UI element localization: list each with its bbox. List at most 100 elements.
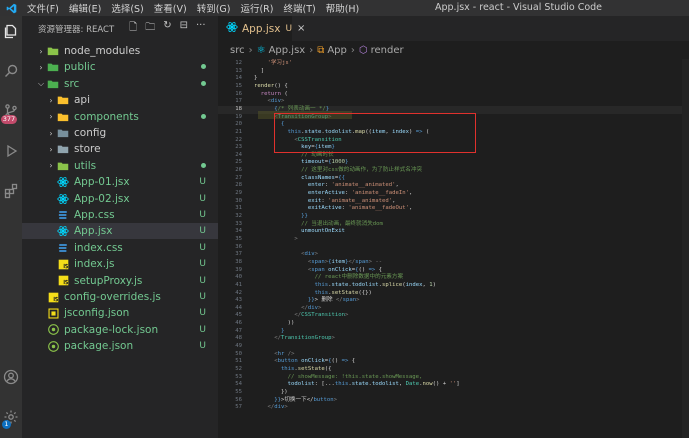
code-token: > 删除 bbox=[314, 297, 336, 304]
code-text: }} bbox=[254, 213, 308, 221]
code-line: 26 // 这里对css做的动画作，为了防止样式名冲突 bbox=[218, 167, 689, 175]
code-line: 48 </TransitionGroup> bbox=[218, 335, 689, 343]
menu-item[interactable]: 选择(S) bbox=[106, 1, 148, 15]
folder-icon bbox=[56, 111, 70, 123]
chevron-right-icon[interactable]: › bbox=[46, 96, 56, 105]
scrollbar[interactable] bbox=[682, 59, 689, 438]
untracked-badge: U bbox=[199, 226, 206, 237]
js-file-icon bbox=[56, 275, 70, 287]
code-text: classNames={{ bbox=[254, 175, 345, 183]
tree-item[interactable]: › store bbox=[22, 141, 218, 157]
collapse-all-icon[interactable]: ⊟ bbox=[180, 20, 188, 37]
modified-dot bbox=[201, 113, 206, 119]
tree-item[interactable]: App-01.jsx U bbox=[22, 174, 218, 190]
code-line: 25 timeout={1000} bbox=[218, 159, 689, 167]
line-number: 45 bbox=[235, 312, 242, 319]
line-number: 57 bbox=[235, 404, 242, 411]
chevron-right-icon[interactable]: › bbox=[46, 129, 56, 138]
code-text: }}>切换一下</button> bbox=[254, 397, 337, 405]
code-token: ({}) bbox=[358, 289, 372, 296]
tree-item[interactable]: App.css U bbox=[22, 207, 218, 223]
code-token: // 这里对css做的动画作，为了防止样式名冲突 bbox=[254, 167, 423, 174]
chevron-right-icon[interactable]: › bbox=[36, 47, 46, 56]
tree-item[interactable]: setupProxy.js U bbox=[22, 273, 218, 289]
code-token: </ bbox=[254, 335, 281, 342]
tree-item[interactable]: › config bbox=[22, 125, 218, 141]
code-text: )) bbox=[254, 320, 295, 328]
tree-item[interactable]: package-lock.json U bbox=[22, 322, 218, 338]
code-token: span bbox=[355, 258, 369, 265]
tree-item[interactable]: ⌵ src bbox=[22, 76, 218, 92]
code-token: , bbox=[398, 381, 406, 388]
run-debug-icon[interactable] bbox=[2, 142, 20, 160]
explorer-icon[interactable] bbox=[2, 22, 20, 40]
breadcrumb-method[interactable]: render bbox=[371, 45, 404, 56]
settings-badge: 1 bbox=[2, 420, 11, 429]
chevron-right-icon[interactable]: › bbox=[46, 145, 56, 154]
code-text: > bbox=[254, 236, 297, 244]
line-number: 29 bbox=[235, 190, 242, 197]
code-text: this.setState({ bbox=[254, 366, 332, 374]
chevron-right-icon[interactable]: › bbox=[46, 161, 56, 170]
breadcrumb-src[interactable]: src bbox=[230, 45, 245, 56]
code-token: timeout bbox=[254, 159, 325, 166]
menu-item[interactable]: 文件(F) bbox=[22, 1, 64, 15]
tree-item[interactable]: package.json U bbox=[22, 338, 218, 354]
tree-item[interactable]: › components bbox=[22, 109, 218, 125]
tree-item-label: App.css bbox=[74, 209, 115, 221]
code-line: 53 // showMessage: !this.state.showMessa… bbox=[218, 374, 689, 382]
menu-bar: 文件(F) 编辑(E) 选择(S) 查看(V) 转到(G) 运行(R) 终端(T) 帮助(H) bbox=[22, 0, 364, 16]
code-line: 50 <hr /> bbox=[218, 351, 689, 359]
menu-item[interactable]: 运行(R) bbox=[235, 1, 278, 15]
more-actions-icon[interactable]: ··· bbox=[196, 20, 206, 37]
chevron-right-icon[interactable]: › bbox=[46, 112, 56, 121]
tree-item[interactable]: › node_modules bbox=[22, 43, 218, 59]
tree-item[interactable]: jsconfig.json U bbox=[22, 305, 218, 321]
chevron-right-icon[interactable]: › bbox=[36, 63, 46, 72]
code-line: 31 exitActive: 'animate__fadeOut', bbox=[218, 205, 689, 213]
code-token: // 当退出动画，最终就消失dom bbox=[254, 220, 383, 227]
breadcrumb-file[interactable]: App.jsx bbox=[269, 45, 306, 56]
refresh-icon[interactable]: ↻ bbox=[163, 20, 171, 37]
untracked-badge: U bbox=[199, 242, 206, 253]
code-token: () bbox=[331, 358, 342, 365]
line-number: 30 bbox=[235, 197, 242, 204]
new-folder-icon[interactable]: 🗀 bbox=[145, 20, 155, 37]
css-file-icon bbox=[56, 209, 70, 221]
tree-item[interactable]: config-overrides.js U bbox=[22, 289, 218, 305]
tree-item-label: api bbox=[74, 94, 91, 107]
new-file-icon[interactable]: 🗋 bbox=[129, 20, 137, 37]
menu-item[interactable]: 查看(V) bbox=[149, 1, 192, 15]
code-text: '学习js' bbox=[254, 60, 292, 68]
tab-app-jsx[interactable]: App.jsx U × bbox=[218, 16, 305, 41]
tree-item[interactable]: index.js U bbox=[22, 256, 218, 272]
code-token: {{ bbox=[338, 174, 345, 181]
tree-item[interactable]: App.jsx U bbox=[22, 223, 218, 240]
code-token: > bbox=[356, 297, 360, 304]
line-number: 41 bbox=[235, 281, 242, 288]
title-bar: 文件(F) 编辑(E) 选择(S) 查看(V) 转到(G) 运行(R) 终端(T) 帮助(H)… bbox=[0, 0, 689, 16]
code-text: timeout={1000} bbox=[254, 159, 348, 167]
menu-item[interactable]: 编辑(E) bbox=[64, 1, 106, 15]
close-icon[interactable]: × bbox=[297, 23, 305, 34]
account-icon[interactable] bbox=[2, 368, 20, 386]
breadcrumb-class[interactable]: App bbox=[327, 45, 347, 56]
tree-item[interactable]: App-02.jsx U bbox=[22, 191, 218, 207]
tree-item[interactable]: › public bbox=[22, 59, 218, 75]
code-text: unmountOnExit bbox=[254, 228, 345, 236]
line-number: 36 bbox=[235, 243, 242, 250]
tree-item[interactable]: index.css U bbox=[22, 240, 218, 256]
menu-item[interactable]: 转到(G) bbox=[192, 1, 236, 15]
chevron-down-icon[interactable]: ⌵ bbox=[36, 79, 46, 89]
menu-item[interactable]: 帮助(H) bbox=[321, 1, 365, 15]
code-line: 37 <div> bbox=[218, 251, 689, 259]
search-icon[interactable] bbox=[2, 62, 20, 80]
folder-icon bbox=[56, 160, 70, 172]
extensions-icon[interactable] bbox=[2, 182, 20, 200]
tree-item[interactable]: › api bbox=[22, 92, 218, 108]
tree-item[interactable]: › utils bbox=[22, 158, 218, 174]
code-token: button bbox=[313, 396, 334, 403]
code-line: 47 } bbox=[218, 328, 689, 336]
line-number: 53 bbox=[235, 373, 242, 380]
menu-item[interactable]: 终端(T) bbox=[278, 1, 320, 15]
